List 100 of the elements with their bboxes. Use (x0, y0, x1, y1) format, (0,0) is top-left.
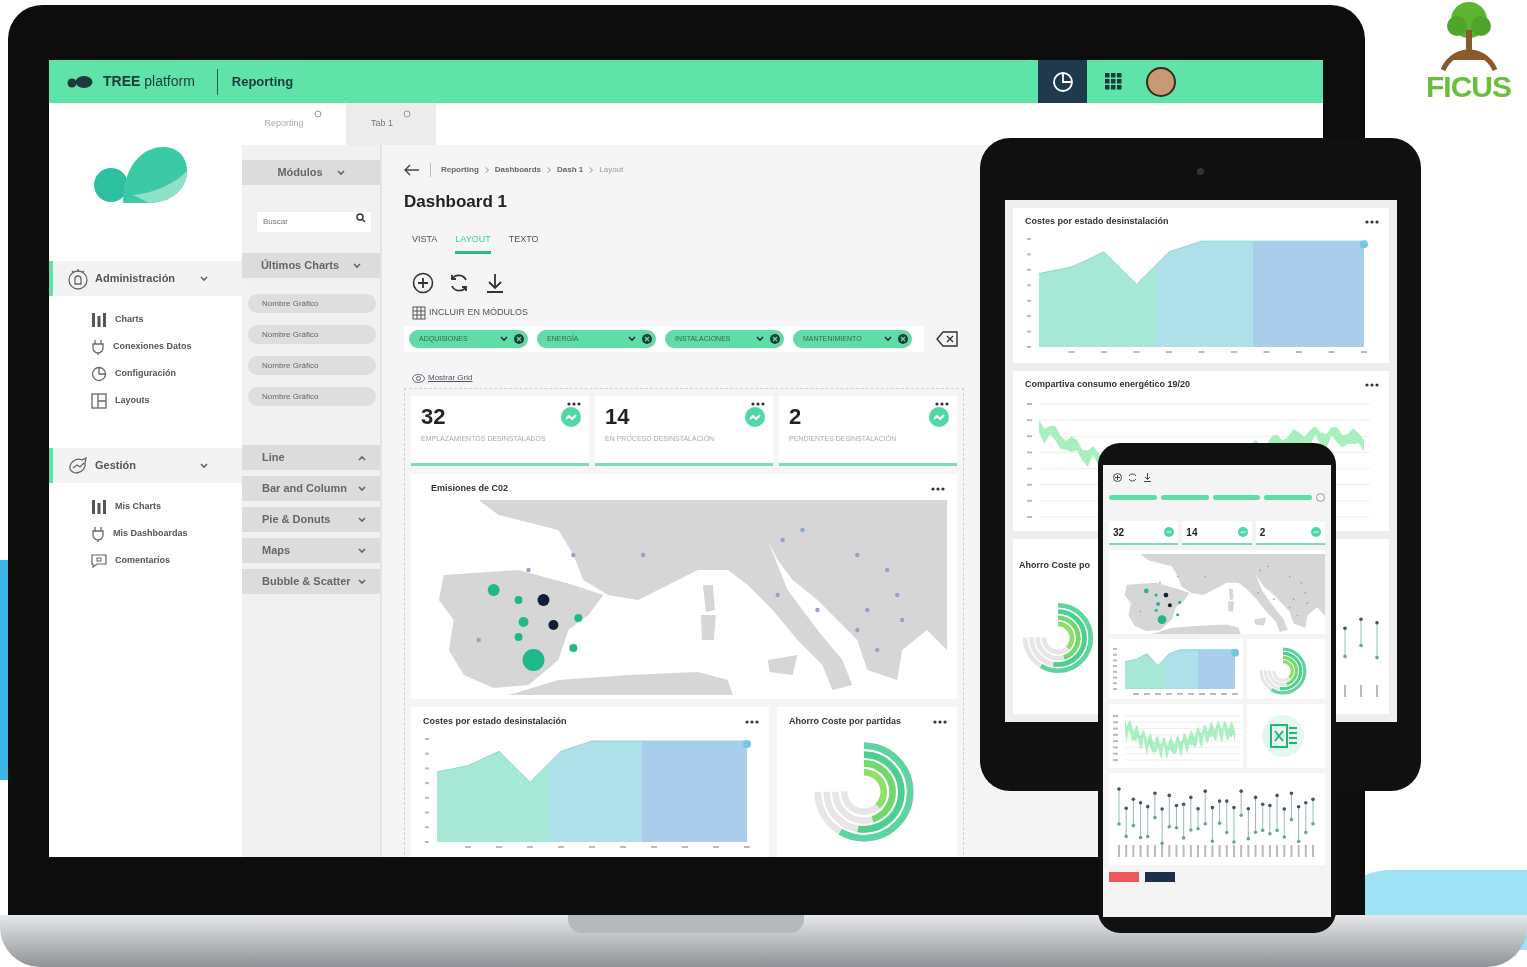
sidebar-item[interactable]: Mis Dashboardas (49, 520, 242, 547)
refresh-icon[interactable] (448, 272, 470, 294)
more-icon[interactable] (567, 402, 581, 406)
lollipop-mark (1289, 791, 1294, 822)
data-point (1231, 648, 1239, 657)
lollipop-mark (1275, 793, 1279, 833)
lollipop-mark (1189, 795, 1193, 832)
lollipop-mark (1203, 789, 1207, 826)
table-icon (412, 306, 426, 320)
chart-group[interactable]: Bubble & Scatter (242, 569, 380, 594)
chart-group[interactable]: Pie & Donuts (242, 507, 380, 532)
sidebar-section-header[interactable]: Gestión (49, 448, 242, 483)
refresh-icon[interactable] (1128, 473, 1137, 482)
sidebar-item[interactable]: Comentarios (49, 547, 242, 574)
kpi-value: 2 (1259, 525, 1266, 540)
sidebar-item[interactable]: Configuración (49, 360, 242, 387)
chart-pill[interactable]: Nombre Gráfico (248, 387, 376, 406)
avatar[interactable] (1146, 66, 1176, 97)
chevron-icon (500, 336, 508, 342)
spreadsheet-icon[interactable] (1261, 714, 1305, 758)
chart-group[interactable]: Maps (242, 538, 380, 563)
lollipop-mark (1232, 805, 1236, 844)
recent-charts-header[interactable]: Últimos Charts (242, 253, 380, 278)
chart-pill[interactable]: Nombre Gráfico (248, 294, 376, 313)
tab[interactable]: TEXTO (508, 232, 539, 254)
sidebar-item[interactable]: Conexiones Datos (49, 333, 242, 360)
data-point (1360, 239, 1368, 248)
trend-icon (745, 407, 765, 427)
breadcrumb-link[interactable]: Reporting (441, 164, 479, 176)
chart-title: Costes por estado desinstalación (423, 715, 567, 728)
lollipop-mark (1217, 799, 1222, 825)
lollipop-mark (1181, 802, 1186, 840)
breadcrumb-link[interactable]: Dash 1 (557, 164, 584, 176)
chart-title: Ahorro Coste por partidas (789, 715, 901, 728)
sidebar-item[interactable]: Mis Charts (49, 493, 242, 520)
more-icon[interactable] (931, 486, 945, 491)
download-icon[interactable] (1143, 473, 1152, 482)
more-icon[interactable] (745, 719, 759, 724)
more-icon[interactable] (933, 719, 947, 724)
sidebar-section-header[interactable]: Administración (49, 261, 242, 296)
tab[interactable]: Tab 1 (346, 103, 436, 145)
more-icon[interactable] (1365, 382, 1379, 387)
more-icon[interactable] (751, 402, 765, 406)
lollipop-mark (1260, 802, 1265, 833)
bars-icon (91, 498, 107, 515)
lollipop-mark (1196, 806, 1200, 831)
trend-icon (1237, 527, 1248, 537)
chart-title: Compartiva consumo energético 19/20 (1025, 378, 1191, 391)
tab[interactable]: VISTA (412, 232, 438, 254)
modules-header[interactable]: Módulos (242, 160, 380, 185)
more-icon[interactable] (935, 402, 949, 406)
lollipop-mark (1117, 787, 1121, 826)
kpi-value: 32 (1113, 525, 1125, 540)
chevron-icon (589, 167, 594, 173)
search-icon[interactable] (356, 213, 366, 223)
chevron-icon (756, 336, 764, 342)
chart-group[interactable]: Line (242, 445, 380, 470)
pie-chart-icon (1051, 70, 1074, 93)
remove-icon[interactable] (898, 334, 908, 344)
pie-icon (91, 365, 107, 382)
show-grid-link[interactable]: Mostrar Grid (428, 372, 473, 384)
download-icon[interactable] (484, 272, 506, 294)
remove-icon[interactable] (770, 334, 780, 344)
lollipop-mark (1359, 617, 1363, 648)
lollipop-mark (1145, 804, 1150, 839)
lollipop-mark (1311, 797, 1315, 826)
chart-title: Costes por estado desinstalación (1025, 215, 1169, 228)
lollipop-mark (1138, 800, 1143, 840)
chevron-icon (484, 167, 489, 173)
include-label: INCLUIR EN MÓDULOS (429, 306, 528, 320)
apps-grid-icon[interactable] (1105, 73, 1122, 90)
chart-title: Emisiones de C02 (431, 482, 509, 495)
sidebar-item[interactable]: Layouts (49, 387, 242, 414)
add-icon[interactable] (412, 272, 434, 294)
remove-icon[interactable] (642, 334, 652, 344)
chart-group[interactable]: Bar and Column (242, 476, 380, 501)
kpi-value: 14 (1186, 525, 1198, 540)
clear-icon[interactable] (936, 331, 958, 347)
chevron-icon (353, 262, 362, 269)
kpi-value: 14 (605, 406, 630, 428)
chart-pill[interactable]: Nombre Gráfico (248, 356, 376, 375)
more-icon[interactable] (1365, 219, 1379, 224)
sidebar-item[interactable]: Charts (49, 306, 242, 333)
bars-icon (91, 311, 107, 328)
search-field[interactable]: Buscar (256, 210, 372, 233)
lollipop-mark (1131, 797, 1136, 828)
close-icon[interactable] (313, 110, 322, 118)
lollipop-mark (1343, 626, 1347, 659)
lollipop-mark (1124, 806, 1128, 839)
add-icon[interactable] (1113, 473, 1122, 482)
chart-pill[interactable]: Nombre Gráfico (248, 325, 376, 344)
remove-icon[interactable] (514, 334, 524, 344)
lollipop-mark (1282, 807, 1287, 839)
breadcrumb-link[interactable]: Dashboards (494, 164, 541, 176)
plug-icon (91, 525, 105, 542)
chevron-icon (884, 336, 892, 342)
plug-icon (91, 338, 105, 355)
eye-icon (412, 373, 425, 383)
back-icon[interactable] (404, 164, 420, 176)
reports-button[interactable] (1038, 60, 1087, 103)
